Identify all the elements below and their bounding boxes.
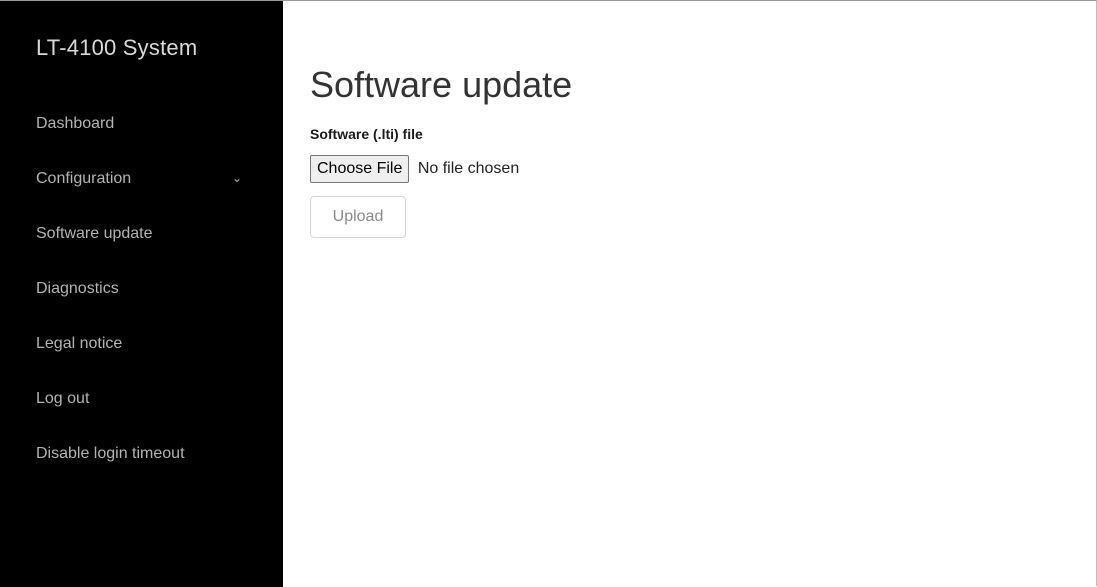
sidebar-item-label: Dashboard xyxy=(36,115,115,132)
file-field-label: Software (.lti) file xyxy=(310,126,423,142)
sidebar-item-software-update[interactable]: Software update xyxy=(0,206,283,261)
page-title: Software update xyxy=(310,64,573,105)
upload-button[interactable]: Upload xyxy=(310,196,406,238)
sidebar-item-configuration[interactable]: Configuration ⌄ xyxy=(0,151,283,206)
brand-title: LT-4100 System xyxy=(36,35,198,60)
choose-file-button[interactable]: Choose File xyxy=(310,155,410,183)
sidebar-item-log-out[interactable]: Log out xyxy=(0,371,283,426)
sidebar-item-disable-login-timeout[interactable]: Disable login timeout xyxy=(0,426,283,481)
sidebar-item-dashboard[interactable]: Dashboard xyxy=(0,96,283,151)
file-status-text: No file chosen xyxy=(417,160,520,177)
sidebar-item-label: Legal notice xyxy=(36,335,123,352)
sidebar-item-label: Software update xyxy=(36,225,153,242)
file-input[interactable]: Choose File No file chosen xyxy=(310,155,519,183)
sidebar-item-diagnostics[interactable]: Diagnostics xyxy=(0,261,283,316)
sidebar-item-label: Disable login timeout xyxy=(36,445,185,462)
sidebar-nav: Dashboard Configuration ⌄ Software update… xyxy=(0,96,283,481)
sidebar-item-label: Configuration xyxy=(36,170,132,187)
sidebar-item-legal-notice[interactable]: Legal notice xyxy=(0,316,283,371)
sidebar: LT-4100 System Dashboard Configuration ⌄ … xyxy=(0,1,283,587)
sidebar-item-label: Log out xyxy=(36,390,90,407)
sidebar-item-label: Diagnostics xyxy=(36,280,119,297)
app-window: LT-4100 System Dashboard Configuration ⌄ … xyxy=(0,0,1097,587)
chevron-down-icon: ⌄ xyxy=(231,171,242,185)
